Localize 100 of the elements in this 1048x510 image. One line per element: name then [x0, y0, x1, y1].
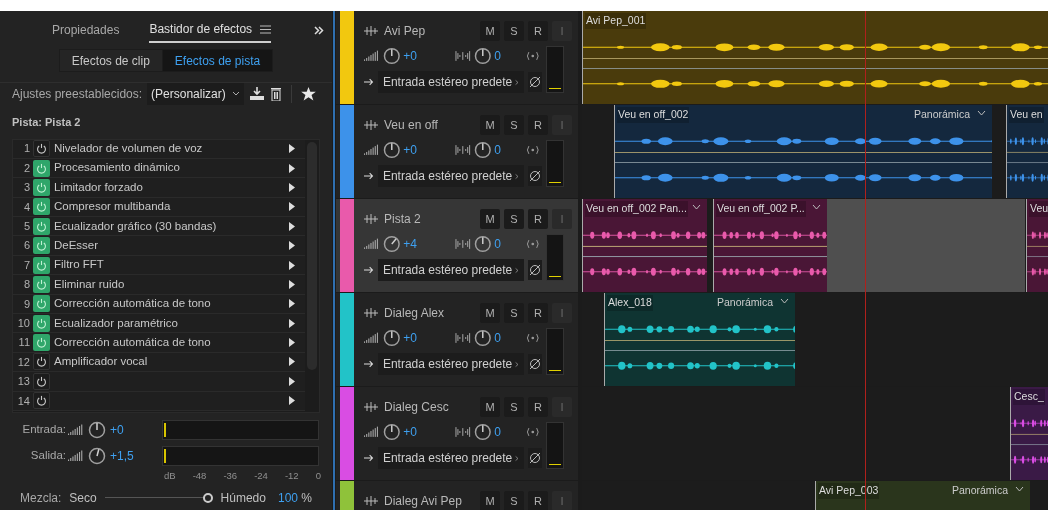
track-toggle-button[interactable]: S [504, 397, 524, 417]
track-toggle-button[interactable]: M [480, 115, 500, 135]
volume-value[interactable]: +0 [403, 423, 452, 441]
track-toggle-button[interactable]: S [504, 21, 524, 41]
panel-tab[interactable]: Bastidor de efectos [149, 17, 272, 43]
effect-slot[interactable]: 3 Limitador forzado [13, 178, 305, 198]
power-button[interactable] [33, 237, 50, 255]
track-name[interactable]: Dialeg Alex [384, 304, 480, 322]
power-button[interactable] [33, 256, 50, 274]
input-dropdown[interactable]: Entrada estéreo predete [377, 71, 524, 93]
effect-slot[interactable]: 4 Compresor multibanda [13, 197, 305, 218]
effect-slot[interactable]: 7 Filtro FFT [13, 255, 305, 276]
power-button[interactable] [33, 353, 50, 371]
phase-invert-button[interactable] [527, 448, 542, 468]
mix-slider[interactable] [104, 492, 213, 503]
subtab[interactable]: Efectos de clip [59, 50, 162, 71]
knob[interactable] [473, 329, 492, 347]
save-icon[interactable] [248, 86, 265, 101]
preset-dropdown[interactable]: (Personalizar) [147, 82, 244, 105]
phase-invert-button[interactable] [527, 354, 542, 374]
track-toggle-button[interactable]: R [528, 209, 548, 229]
knob[interactable] [473, 47, 492, 65]
gain-value[interactable]: +1,5 [110, 446, 162, 465]
power-button[interactable] [33, 334, 50, 352]
knob[interactable] [473, 235, 492, 253]
input-dropdown[interactable]: Entrada estéreo predete [377, 353, 524, 375]
gain-value[interactable]: +0 [110, 420, 162, 439]
track-toggle-button[interactable]: R [528, 115, 548, 135]
subtab[interactable]: Efectos de pista [162, 50, 273, 71]
effect-slot[interactable]: 14 [13, 391, 305, 411]
monitor-icon[interactable] [524, 239, 542, 249]
audio-clip[interactable]: Alex_018 Panorámica [604, 293, 795, 386]
effect-slot[interactable]: 13 [13, 372, 305, 392]
star-icon[interactable] [300, 86, 316, 101]
input-dropdown[interactable]: Entrada estéreo predete [377, 447, 524, 469]
pan-value[interactable]: 0 [494, 235, 522, 253]
chevron-down-icon[interactable] [780, 298, 789, 304]
track-name[interactable]: Veu en off [384, 116, 480, 134]
slider-thumb[interactable] [202, 492, 213, 503]
mix-value[interactable]: 100 % [277, 488, 312, 507]
effect-slot[interactable]: 9 Corrección automática de tono [13, 294, 305, 314]
track-toggle-button[interactable]: S [504, 209, 524, 229]
power-button[interactable] [33, 275, 50, 293]
knob[interactable] [473, 423, 492, 441]
track-toggle-button[interactable]: S [504, 115, 524, 135]
input-dropdown[interactable]: Entrada estéreo predete [377, 165, 524, 187]
knob[interactable] [88, 446, 106, 465]
menu-icon[interactable] [260, 24, 272, 34]
track-toggle-button[interactable]: R [528, 491, 548, 510]
power-button[interactable] [33, 217, 50, 235]
effect-slot[interactable]: 1 Nivelador de volumen de voz [13, 139, 305, 159]
power-button[interactable] [33, 178, 50, 196]
chevron-down-icon[interactable] [1015, 486, 1024, 492]
monitor-icon[interactable] [524, 145, 542, 155]
pan-value[interactable]: 0 [494, 423, 522, 441]
pan-value[interactable]: 0 [494, 141, 522, 159]
audio-clip[interactable]: Cesc_ [1010, 387, 1048, 480]
power-button[interactable] [33, 392, 50, 410]
audio-clip[interactable]: Avi Pep_001 [582, 11, 1048, 104]
phase-invert-button[interactable] [527, 72, 542, 92]
audio-clip[interactable]: Veu en [1006, 105, 1048, 198]
power-button[interactable] [33, 372, 50, 390]
effect-slot[interactable]: 8 Eliminar ruido [13, 275, 305, 295]
monitor-icon[interactable] [524, 427, 542, 437]
monitor-icon[interactable] [524, 333, 542, 343]
track-toggle-button[interactable]: R [528, 21, 548, 41]
expand-panel-icon[interactable] [314, 25, 324, 35]
trash-icon[interactable] [269, 86, 282, 101]
effect-slot[interactable]: 12 Amplificador vocal [13, 352, 305, 373]
audio-clip[interactable]: Veu en off_002 P... [713, 199, 827, 292]
phase-invert-button[interactable] [527, 260, 542, 280]
power-button[interactable] [33, 159, 50, 177]
track-toggle-button[interactable]: S [504, 491, 524, 510]
track-name[interactable]: Dialeg Avi Pep [384, 492, 480, 510]
knob[interactable] [382, 141, 401, 159]
input-dropdown[interactable]: Entrada estéreo predete [377, 259, 524, 281]
volume-value[interactable]: +4 [403, 235, 452, 253]
volume-value[interactable]: +0 [403, 141, 452, 159]
track-name[interactable]: Pista 2 [384, 210, 480, 228]
knob[interactable] [382, 47, 401, 65]
pan-value[interactable]: 0 [494, 47, 522, 65]
effect-slot[interactable]: 6 DeEsser [13, 236, 305, 256]
phase-invert-button[interactable] [527, 166, 542, 186]
knob[interactable] [473, 141, 492, 159]
chevron-down-icon[interactable] [692, 204, 701, 210]
knob[interactable] [382, 423, 401, 441]
volume-value[interactable]: +0 [403, 329, 452, 347]
effect-slot[interactable]: 5 Ecualizador gráfico (30 bandas) [13, 217, 305, 237]
track-toggle-button[interactable]: R [528, 303, 548, 323]
audio-clip[interactable]: Veu en off_002 Pan... [582, 199, 707, 292]
power-button[interactable] [33, 314, 50, 332]
audio-clip[interactable]: Veu [1026, 199, 1048, 292]
power-button[interactable] [33, 198, 50, 216]
knob[interactable] [382, 329, 401, 347]
effect-slot[interactable]: 2 Procesamiento dinámico [13, 158, 305, 179]
monitor-icon[interactable] [524, 51, 542, 61]
panel-tab[interactable]: Propiedades [52, 17, 120, 43]
effect-slot[interactable]: 11 Corrección automática de tono [13, 333, 305, 353]
power-button[interactable] [33, 295, 50, 313]
power-button[interactable] [33, 140, 50, 158]
